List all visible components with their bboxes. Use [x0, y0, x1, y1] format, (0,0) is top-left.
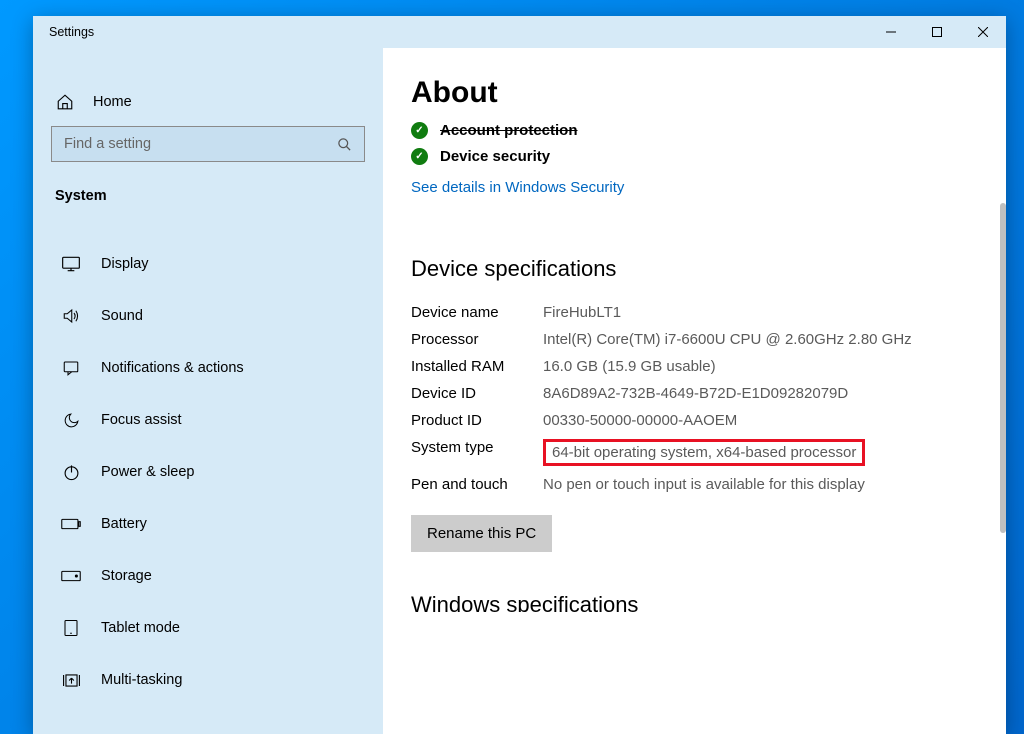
scrollbar[interactable]	[1000, 203, 1006, 533]
sidebar-item-sound[interactable]: Sound	[51, 290, 365, 342]
tablet-icon	[61, 618, 81, 638]
close-button[interactable]	[960, 16, 1006, 48]
sidebar-item-label: Battery	[101, 516, 147, 532]
search-input[interactable]	[64, 136, 337, 152]
sidebar-heading-system: System	[51, 182, 365, 210]
window-title: Settings	[49, 25, 94, 39]
sidebar-item-label: Power & sleep	[101, 464, 195, 480]
sidebar-item-label: Sound	[101, 308, 143, 324]
window-controls	[868, 16, 1006, 48]
minimize-button[interactable]	[868, 16, 914, 48]
sidebar-item-label: Storage	[101, 568, 152, 584]
notifications-icon	[61, 358, 81, 378]
sidebar-item-label: Focus assist	[101, 412, 182, 428]
check-icon: ✓	[411, 148, 428, 165]
spec-label-device-id: Device ID	[411, 385, 541, 402]
spec-label-ram: Installed RAM	[411, 358, 541, 375]
sidebar-item-focus-assist[interactable]: Focus assist	[51, 394, 365, 446]
search-icon	[337, 137, 352, 152]
moon-icon	[61, 410, 81, 430]
maximize-button[interactable]	[914, 16, 960, 48]
power-icon	[61, 462, 81, 482]
spec-label-processor: Processor	[411, 331, 541, 348]
spec-value-product-id: 00330-50000-00000-AAOEM	[543, 412, 978, 429]
body-area: Home System Display	[33, 48, 1006, 734]
close-icon	[978, 27, 988, 37]
home-nav[interactable]: Home	[51, 86, 365, 126]
rename-pc-button[interactable]: Rename this PC	[411, 515, 552, 552]
minimize-icon	[886, 27, 896, 37]
device-specifications-title: Device specifications	[411, 256, 978, 282]
search-box[interactable]	[51, 126, 365, 162]
device-specifications-table: Device name FireHubLT1 Processor Intel(R…	[411, 304, 978, 493]
spec-label-pen-touch: Pen and touch	[411, 476, 541, 493]
sidebar-item-tablet-mode[interactable]: Tablet mode	[51, 602, 365, 654]
sidebar-item-multitasking[interactable]: Multi-tasking	[51, 654, 365, 706]
security-label: Account protection	[440, 122, 578, 139]
battery-icon	[61, 514, 81, 534]
sidebar-item-battery[interactable]: Battery	[51, 498, 365, 550]
storage-icon	[61, 566, 81, 586]
sound-icon	[61, 306, 81, 326]
display-icon	[61, 254, 81, 274]
content-area: About ✓ Account protection ✓ Device secu…	[383, 48, 1006, 734]
security-item-device-security: ✓ Device security	[411, 148, 978, 165]
spec-value-system-type-highlighted: 64-bit operating system, x64-based proce…	[543, 439, 865, 466]
security-label: Device security	[440, 148, 550, 165]
titlebar: Settings	[33, 16, 1006, 48]
sidebar-item-label: Multi-tasking	[101, 672, 182, 688]
nav-list: Display Sound Notifications & actions	[51, 238, 365, 706]
home-label: Home	[93, 94, 132, 110]
sidebar-item-power-sleep[interactable]: Power & sleep	[51, 446, 365, 498]
spec-label-product-id: Product ID	[411, 412, 541, 429]
sidebar: Home System Display	[33, 48, 383, 734]
security-item-account-protection: ✓ Account protection	[411, 120, 978, 140]
spec-label-device-name: Device name	[411, 304, 541, 321]
spec-value-pen-touch: No pen or touch input is available for t…	[543, 476, 978, 493]
windows-specifications-title: Windows specifications	[411, 592, 978, 612]
spec-value-processor: Intel(R) Core(TM) i7-6600U CPU @ 2.60GHz…	[543, 331, 978, 348]
spec-value-device-id: 8A6D89A2-732B-4649-B72D-E1D09282079D	[543, 385, 978, 402]
sidebar-item-label: Notifications & actions	[101, 360, 244, 376]
spec-value-ram: 16.0 GB (15.9 GB usable)	[543, 358, 978, 375]
spec-label-system-type: System type	[411, 439, 541, 466]
sidebar-item-storage[interactable]: Storage	[51, 550, 365, 602]
multitask-icon	[61, 670, 81, 690]
see-details-link[interactable]: See details in Windows Security	[411, 179, 624, 196]
home-icon	[55, 92, 75, 112]
sidebar-item-label: Tablet mode	[101, 620, 180, 636]
maximize-icon	[932, 27, 942, 37]
settings-window: Settings Home	[33, 16, 1006, 734]
sidebar-item-notifications[interactable]: Notifications & actions	[51, 342, 365, 394]
sidebar-item-label: Display	[101, 256, 149, 272]
sidebar-item-display[interactable]: Display	[51, 238, 365, 290]
spec-value-device-name: FireHubLT1	[543, 304, 978, 321]
check-icon: ✓	[411, 122, 428, 139]
page-title: About	[411, 76, 978, 110]
